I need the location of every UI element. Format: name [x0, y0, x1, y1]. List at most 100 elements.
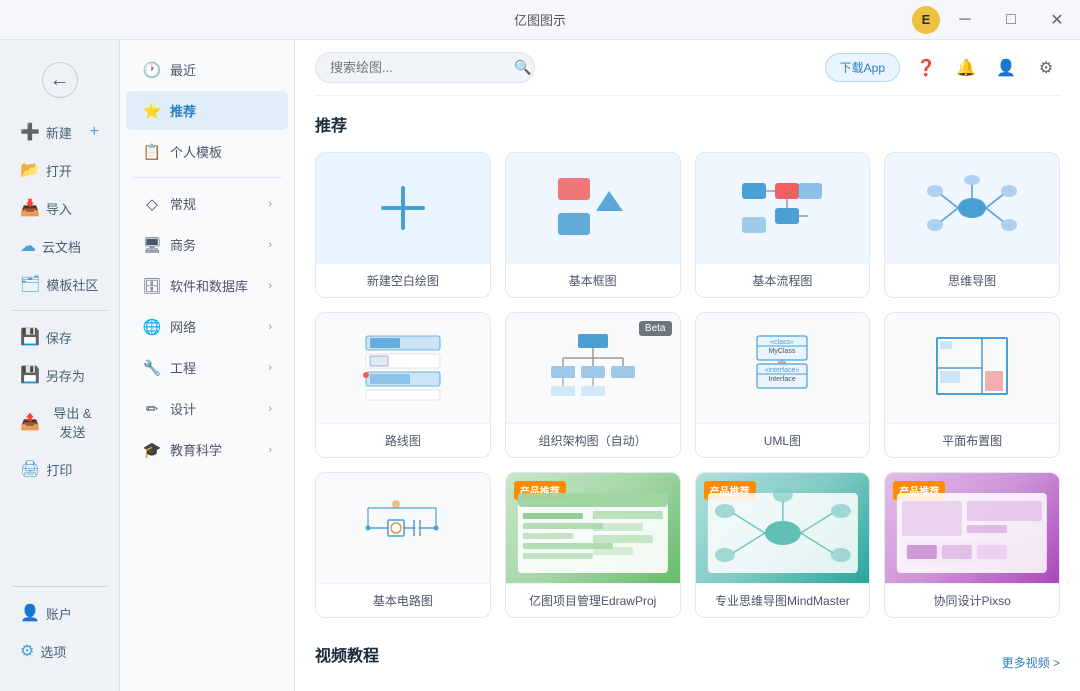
close-button[interactable]: ✕ [1034, 0, 1080, 40]
titlebar: 亿图图示 E ─ □ ✕ [0, 0, 1080, 40]
back-button[interactable]: ← [8, 54, 111, 106]
export-icon: 📤 [20, 412, 40, 432]
nav-recent[interactable]: 🕐 最近 [126, 50, 288, 89]
download-app-button[interactable]: 下载App [825, 53, 900, 82]
nav-education[interactable]: 🎓 教育科学 › [126, 430, 288, 469]
personal-icon: 📋 [142, 143, 162, 161]
search-icon: 🔍 [514, 59, 531, 76]
edrawproj-label: 亿图项目管理EdrawProj [506, 583, 680, 617]
new-blank-label: 新建空白绘图 [316, 263, 490, 297]
template-grid: 新建空白绘图 基本框图 [315, 152, 1060, 618]
mind-map-image [885, 153, 1059, 263]
template-floor-plan[interactable]: 平面布置图 [884, 312, 1060, 458]
template-basic-frame[interactable]: 基本框图 [505, 152, 681, 298]
search-box[interactable]: 🔍 [315, 52, 535, 83]
nav-engineering[interactable]: 🔧 工程 › [126, 348, 288, 387]
help-icon-btn[interactable]: ❓ [912, 54, 940, 82]
saveas-icon: 💾 [20, 365, 40, 385]
sidebar-bottom: 👤 账户 ⚙ 选项 [0, 578, 119, 679]
search-input[interactable] [330, 60, 506, 75]
template-basic-flow[interactable]: 基本流程图 [695, 152, 871, 298]
sidebar-item-print[interactable]: 🖨 打印 [8, 451, 111, 487]
maximize-button[interactable]: □ [988, 0, 1034, 40]
circuit-svg [358, 488, 448, 568]
basic-frame-label: 基本框图 [506, 263, 680, 297]
engineering-icon: 🔧 [142, 359, 162, 377]
design-icon: ✏ [142, 400, 162, 418]
sidebar-item-save[interactable]: 💾 保存 [8, 319, 111, 355]
pixso-image: 产品推荐 [885, 473, 1059, 583]
gear-icon-btn[interactable]: ⚙ [1032, 54, 1060, 82]
sidebar-item-import[interactable]: 📥 导入 [8, 190, 111, 226]
sidebar-item-open[interactable]: 📂 打开 [8, 152, 111, 188]
sidebar-export-label: 导出 & 发送 [46, 403, 99, 441]
app-title: 亿图图示 [514, 10, 566, 29]
open-icon: 📂 [20, 160, 40, 180]
sidebar-item-account[interactable]: 👤 账户 [8, 595, 111, 631]
recommended-section-title: 推荐 [315, 112, 1060, 136]
template-edrawproj[interactable]: 产品推荐 亿图项目管理EdrawPr [505, 472, 681, 618]
mind-map-label: 思维导图 [885, 263, 1059, 297]
template-pixso[interactable]: 产品推荐 协同设计Pixso [884, 472, 1060, 618]
education-icon: 🎓 [142, 441, 162, 459]
account-icon: 👤 [20, 603, 40, 623]
nav-recommended[interactable]: ⭐ 推荐 [126, 91, 288, 130]
window-controls: ─ □ ✕ [942, 0, 1080, 40]
basic-frame-svg [553, 173, 633, 243]
nav-general[interactable]: ◇ 常规 › [126, 184, 288, 223]
user-icon-btn[interactable]: 👤 [992, 54, 1020, 82]
nav-business[interactable]: 🖥 商务 › [126, 225, 288, 264]
sidebar-new-label: 新建 [46, 123, 72, 142]
minimize-button[interactable]: ─ [942, 0, 988, 40]
left-sidebar: ← ➕ 新建 + 📂 打开 📥 导入 ☁ 云文档 🗂 模板社区 [0, 40, 120, 691]
general-arrow: › [268, 198, 272, 210]
nav-recent-label: 最近 [170, 60, 196, 79]
template-new-blank[interactable]: 新建空白绘图 [315, 152, 491, 298]
network-icon: 🌐 [142, 318, 162, 336]
sidebar-print-label: 打印 [46, 460, 72, 479]
template-uml[interactable]: «class» MyClass «interface» Interface UM… [695, 312, 871, 458]
nav-design[interactable]: ✏ 设计 › [126, 389, 288, 428]
beta-badge: Beta [639, 321, 672, 336]
sidebar-item-export[interactable]: 📤 导出 & 发送 [8, 395, 111, 449]
nav-engineering-label: 工程 [170, 358, 196, 377]
template-mind-map[interactable]: 思维导图 [884, 152, 1060, 298]
sidebar-item-saveas[interactable]: 💾 另存为 [8, 357, 111, 393]
sidebar-item-cloud[interactable]: ☁ 云文档 [8, 228, 111, 264]
recommended-icon: ⭐ [142, 102, 162, 120]
nav-software[interactable]: 🗄 软件和数据库 › [126, 266, 288, 305]
template-route[interactable]: 路线图 [315, 312, 491, 458]
nav-general-label: 常规 [170, 194, 196, 213]
nav-software-label: 软件和数据库 [170, 276, 248, 295]
sidebar-item-settings[interactable]: ⚙ 选项 [8, 633, 111, 669]
sidebar-item-template[interactable]: 🗂 模板社区 [8, 266, 111, 302]
nav-business-label: 商务 [170, 235, 196, 254]
mindmaster-label: 专业思维导图MindMaster [696, 583, 870, 617]
basic-flow-image [696, 153, 870, 263]
sidebar-import-label: 导入 [46, 199, 72, 218]
cloud-icon: ☁ [20, 236, 36, 256]
template-org-chart[interactable]: Beta [505, 312, 681, 458]
sidebar-open-label: 打开 [46, 161, 72, 180]
nav-education-label: 教育科学 [170, 440, 222, 459]
sidebar-saveas-label: 另存为 [46, 366, 85, 385]
sidebar-divider [12, 310, 107, 311]
main-layout: ← ➕ 新建 + 📂 打开 📥 导入 ☁ 云文档 🗂 模板社区 [0, 40, 1080, 691]
nav-network[interactable]: 🌐 网络 › [126, 307, 288, 346]
business-icon: 🖥 [142, 236, 162, 254]
uml-svg: «class» MyClass «interface» Interface [737, 328, 827, 408]
video-section-header: 视频教程 更多视频 > [315, 642, 1060, 682]
more-videos-link[interactable]: 更多视频 > [1002, 654, 1060, 671]
new-blank-image [316, 153, 490, 263]
user-avatar[interactable]: E [912, 6, 940, 34]
template-circuit[interactable]: 基本电路图 [315, 472, 491, 618]
template-mindmaster[interactable]: 产品推荐 [695, 472, 871, 618]
nav-personal[interactable]: 📋 个人模板 [126, 132, 288, 171]
software-arrow: › [268, 280, 272, 292]
back-icon[interactable]: ← [42, 62, 78, 98]
sidebar-item-new[interactable]: ➕ 新建 + [8, 114, 111, 150]
notification-icon-btn[interactable]: 🔔 [952, 54, 980, 82]
sidebar-save-label: 保存 [46, 328, 72, 347]
edrawproj-image: 产品推荐 [506, 473, 680, 583]
edrawproj-bg-svg [506, 473, 680, 583]
